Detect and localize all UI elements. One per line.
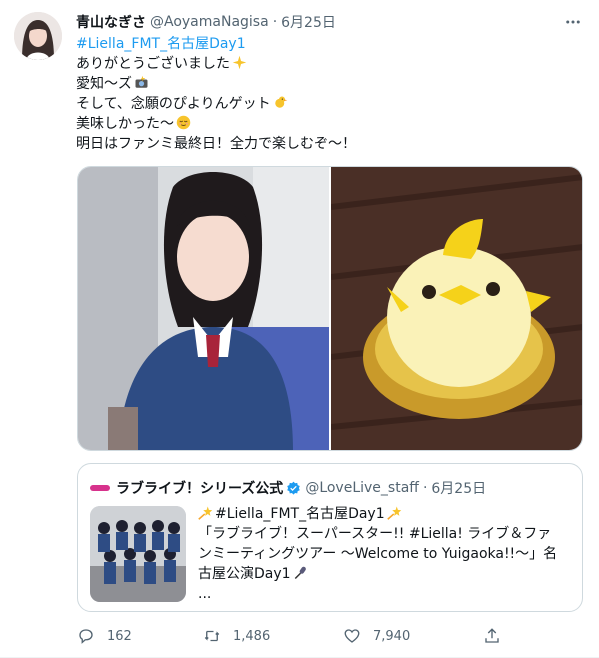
quoted-tweet-header: ラブライブ！シリーズ公式 @LoveLive_staff · 6月25日 [90, 478, 570, 498]
heart-icon [344, 629, 360, 643]
quoted-text-line: #Liella_FMT_名古屋Day1 [198, 504, 574, 524]
retweet-icon [204, 630, 220, 642]
like-button[interactable]: 7,940 [343, 626, 410, 646]
microphone-emoji [294, 566, 306, 580]
tweet-date[interactable]: 6月25日 [281, 12, 336, 32]
tweet-text-line-3: 愛知〜ズ [76, 76, 132, 92]
quoted-text-line-3: ンミーティングツアー 〜Welcome to Yuigaoka!!〜」名 [198, 546, 558, 562]
quoted-text-line-2: 「ラブライブ！スーパースター!! #Liella! ライブ＆ファ [198, 526, 552, 542]
more-options-icon[interactable] [563, 12, 583, 32]
quoted-thumbnail[interactable] [90, 506, 186, 602]
reply-icon [79, 629, 93, 644]
tweet-text-line-2: ありがとうございました [76, 56, 230, 72]
tweet-text-line: 愛知〜ズ [76, 74, 576, 94]
tweet-text: #Liella_FMT_名古屋Day1 ありがとうございました 愛知〜ズ そして… [76, 34, 576, 154]
sparkles-emoji [232, 55, 247, 70]
share-button[interactable] [483, 626, 513, 646]
avatar-photo [14, 12, 62, 60]
verified-badge-icon [287, 481, 301, 495]
relieved-face-emoji [176, 115, 191, 130]
tweet-text-line: ありがとうございました [76, 54, 576, 74]
tweet-card[interactable]: 青山なぎさ @AoyamaNagisa · 6月25日 #Liella_FMT_… [0, 0, 599, 658]
camera-flash-emoji [135, 75, 148, 88]
photo-piyorin-cake-image [331, 167, 582, 450]
shooting-star-emoji [386, 506, 401, 520]
quoted-group-photo [90, 506, 186, 602]
share-icon [485, 628, 499, 643]
photo-backstage[interactable] [78, 167, 329, 450]
quoted-tweet-text: #Liella_FMT_名古屋Day1 「ラブライブ！スーパースター!! #Li… [198, 504, 574, 604]
quoted-tweet[interactable]: ラブライブ！シリーズ公式 @LoveLive_staff · 6月25日 #Li… [77, 463, 583, 612]
tweet-text-line: 美味しかった〜 [76, 114, 576, 134]
chick-emoji [274, 96, 287, 108]
brand-logo-icon [90, 485, 110, 491]
like-count: 7,940 [373, 628, 411, 644]
quoted-handle: @LoveLive_staff [305, 480, 419, 496]
quoted-display-name: ラブライブ！シリーズ公式 [116, 481, 284, 497]
quoted-hashtag[interactable]: #Liella_FMT_名古屋Day1 [215, 506, 385, 522]
author-handle[interactable]: @AoyamaNagisa [150, 14, 269, 30]
photo-piyorin-cake[interactable] [331, 167, 582, 450]
retweet-count: 1,486 [233, 628, 271, 644]
tweet-text-line: そして、念願のぴよりんゲット [76, 94, 576, 114]
tweet-text-line-6: 明日はファンミ最終日！全力で楽しむぞ〜！ [76, 136, 356, 152]
quoted-text-ellipsis: ... [198, 586, 212, 602]
reply-count: 162 [107, 628, 132, 644]
tweet-text-line-4: そして、念願のぴよりんゲット [76, 96, 271, 112]
tweet-actions: 162 1,486 7,940 [77, 626, 583, 646]
quoted-text-line: 古屋公演Day1 [198, 564, 574, 584]
quoted-text-line-4: 古屋公演Day1 [198, 566, 291, 582]
author-avatar[interactable] [14, 12, 62, 60]
photo-backstage-image [78, 167, 329, 450]
header-separator: · [272, 14, 278, 30]
quoted-separator: · [422, 480, 428, 496]
tweet-media-grid [77, 166, 583, 451]
reply-button[interactable]: 162 [77, 626, 132, 646]
author-display-name[interactable]: 青山なぎさ [76, 12, 146, 32]
tweet-header: 青山なぎさ @AoyamaNagisa · 6月25日 [76, 12, 583, 32]
tweet-text-line-5: 美味しかった〜 [76, 116, 174, 132]
quoted-date: 6月25日 [431, 481, 487, 497]
shooting-star-emoji [198, 506, 213, 520]
retweet-button[interactable]: 1,486 [203, 626, 270, 646]
tweet-hashtag[interactable]: #Liella_FMT_名古屋Day1 [76, 34, 576, 54]
